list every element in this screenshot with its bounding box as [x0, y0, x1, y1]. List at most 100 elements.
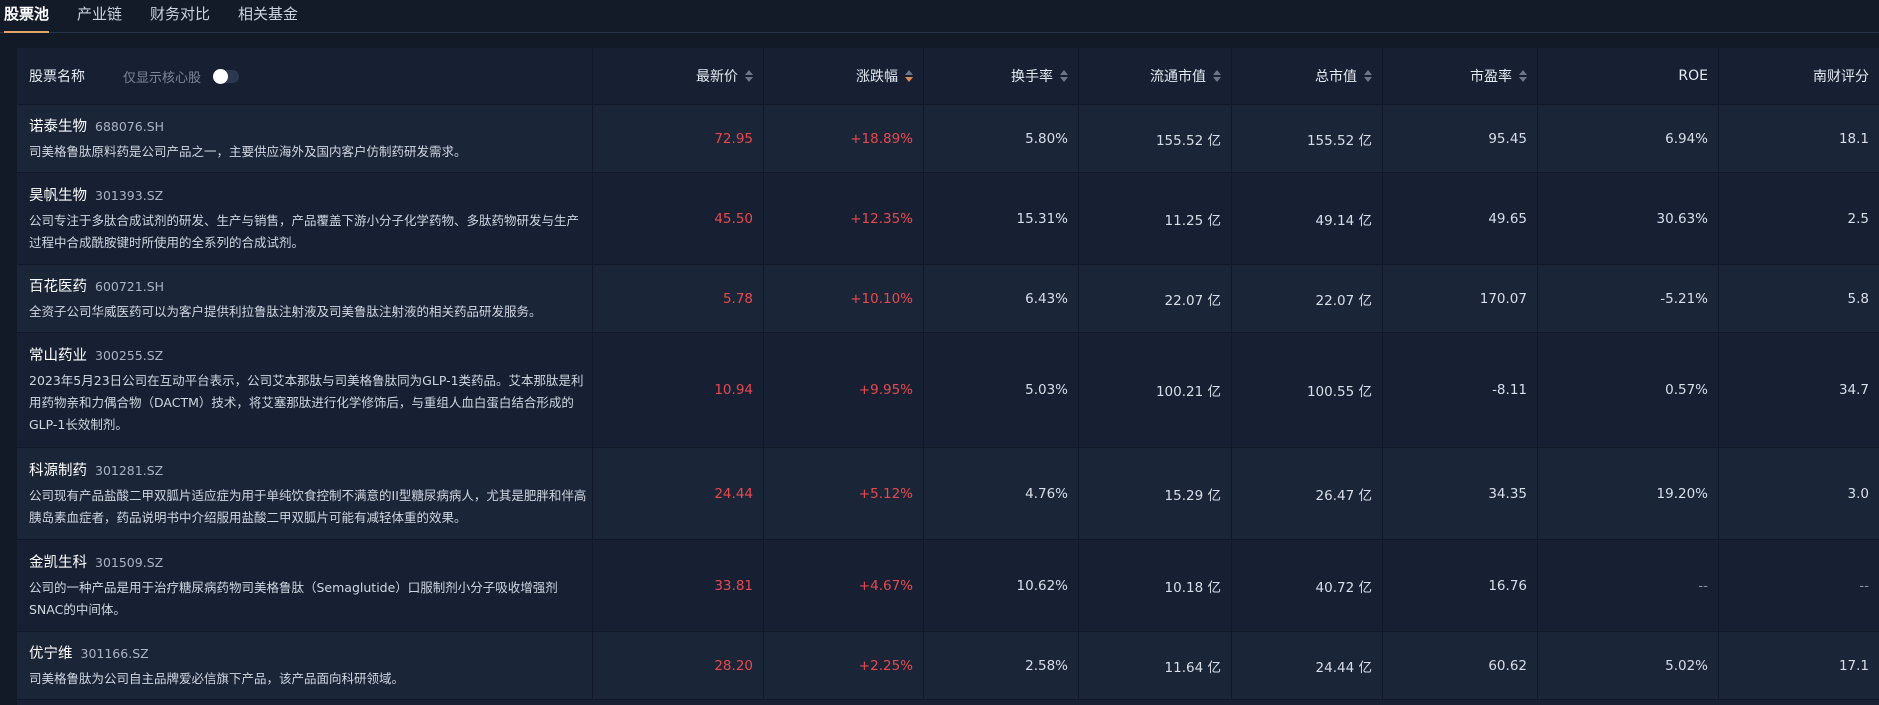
stock-name[interactable]: 优宁维 — [29, 642, 73, 663]
pe-cell: 49.65 — [1383, 173, 1538, 264]
price-cell: 24.44 — [593, 448, 764, 539]
stock-code: 301281.SZ — [95, 462, 164, 478]
float-cap-cell: 10.18 亿 — [1079, 540, 1232, 631]
price-cell: 45.50 — [593, 173, 764, 264]
table-row[interactable]: 优宁维 301166.SZ 司美格鲁肽为公司自主品牌爱必信旗下产品，该产品面向科研… — [17, 632, 1879, 700]
turnover-cell: 5.03% — [924, 333, 1079, 447]
change-cell: +4.67% — [764, 540, 924, 631]
table-row[interactable]: 常山药业 300255.SZ 2023年5月23日公司在互动平台表示，公司艾本那肽… — [17, 333, 1879, 448]
change-cell: +18.89% — [764, 105, 924, 172]
tab-financial-compare[interactable]: 财务对比 — [150, 3, 210, 32]
header-float-cap[interactable]: 流通市值 — [1079, 48, 1232, 104]
stock-info: 诺泰生物 688076.SH 司美格鲁肽原料药是公司产品之一，主要供应海外及国内客… — [17, 105, 593, 172]
score-cell: -- — [1859, 577, 1869, 594]
change-cell: +9.95% — [764, 333, 924, 447]
price-cell: 72.95 — [593, 105, 764, 172]
change-cell: +10.10% — [764, 265, 924, 332]
pe-cell: 95.45 — [1383, 105, 1538, 172]
stock-desc: 全资子公司华威医药可以为客户提供利拉鲁肽注射液及司美鲁肽注射液的相关药品研发服务… — [29, 303, 542, 319]
header-total-cap[interactable]: 总市值 — [1232, 48, 1383, 104]
header-score-label: 南财评分 — [1813, 69, 1869, 85]
table-row[interactable]: 诺泰生物 688076.SH 司美格鲁肽原料药是公司产品之一，主要供应海外及国内客… — [17, 105, 1879, 173]
total-cap-cell: 26.47 亿 — [1232, 448, 1383, 539]
header-pe-label: 市盈率 — [1470, 69, 1512, 85]
sort-desc-active-icon — [905, 70, 913, 82]
score-cell: 2.5 — [1847, 210, 1869, 227]
table-row[interactable]: 昊帆生物 301393.SZ 公司专注于多肽合成试剂的研发、生产与销售，产品覆盖下… — [17, 173, 1879, 265]
header-pe[interactable]: 市盈率 — [1383, 48, 1538, 104]
stock-name[interactable]: 昊帆生物 — [29, 184, 87, 205]
stock-code: 301393.SZ — [95, 187, 164, 203]
stock-desc: 公司专注于多肽合成试剂的研发、生产与销售，产品覆盖下游小分子化学药物、多肽药物研… — [29, 212, 580, 250]
stock-info: 优宁维 301166.SZ 司美格鲁肽为公司自主品牌爱必信旗下产品，该产品面向科研… — [17, 632, 593, 699]
turnover-cell: 15.31% — [924, 173, 1079, 264]
tab-related-funds[interactable]: 相关基金 — [238, 3, 298, 32]
change-cell: +2.25% — [764, 632, 924, 699]
table-row[interactable]: 金凯生科 301509.SZ 公司的一种产品是用于治疗糖尿病药物司美格鲁肽（Sem… — [17, 540, 1879, 632]
header-price-label: 最新价 — [696, 69, 738, 85]
toggle-knob — [213, 68, 229, 84]
stock-name[interactable]: 科源制药 — [29, 459, 87, 480]
header-roe: ROE — [1538, 48, 1719, 104]
price-cell: 28.20 — [593, 632, 764, 699]
score-cell: 18.1 — [1838, 130, 1869, 147]
roe-cell: 5.02% — [1538, 632, 1719, 699]
stock-name[interactable]: 诺泰生物 — [29, 115, 87, 136]
roe-cell: 30.63% — [1538, 173, 1719, 264]
float-cap-cell: 11.64 亿 — [1079, 632, 1232, 699]
float-cap-cell: 11.25 亿 — [1079, 173, 1232, 264]
sort-icon — [745, 70, 753, 82]
stock-code: 600721.SH — [95, 278, 165, 294]
stock-info: 昊帆生物 301393.SZ 公司专注于多肽合成试剂的研发、生产与销售，产品覆盖下… — [17, 173, 593, 264]
price-cell: 5.78 — [593, 265, 764, 332]
total-cap-cell: 40.72 亿 — [1232, 540, 1383, 631]
table-row[interactable]: 科源制药 301281.SZ 公司现有产品盐酸二甲双胍片适应症为用于单纯饮食控制不… — [17, 448, 1879, 540]
price-cell: 33.81 — [593, 540, 764, 631]
stock-name[interactable]: 百花医药 — [29, 275, 87, 296]
stock-desc: 公司现有产品盐酸二甲双胍片适应症为用于单纯饮食控制不满意的II型糖尿病病人，尤其… — [29, 487, 587, 525]
price-cell: 10.94 — [593, 333, 764, 447]
stock-info: 科源制药 301281.SZ 公司现有产品盐酸二甲双胍片适应症为用于单纯饮食控制不… — [17, 448, 593, 539]
roe-cell: 0.57% — [1538, 333, 1719, 447]
score-cell: 17.1 — [1838, 657, 1869, 674]
total-cap-cell: 49.14 亿 — [1232, 173, 1383, 264]
total-cap-cell: 100.55 亿 — [1232, 333, 1383, 447]
stock-table: 股票名称 仅显示核心股 最新价 涨跌幅 换手率 流通市值 总市值 市盈率 ROE… — [17, 48, 1879, 705]
stock-name[interactable]: 常山药业 — [29, 344, 87, 365]
turnover-cell: 4.76% — [924, 448, 1079, 539]
stock-code: 301509.SZ — [95, 554, 164, 570]
total-cap-cell: 155.52 亿 — [1232, 105, 1383, 172]
tab-stock-pool[interactable]: 股票池 — [4, 3, 50, 33]
header-float-cap-label: 流通市值 — [1150, 69, 1206, 85]
header-stock-name: 股票名称 — [29, 69, 85, 85]
total-cap-cell: 22.07 亿 — [1232, 265, 1383, 332]
roe-cell: -- — [1538, 540, 1719, 631]
stock-info: 金凯生科 301509.SZ 公司的一种产品是用于治疗糖尿病药物司美格鲁肽（Sem… — [17, 540, 593, 631]
score-cell: 3.0 — [1847, 485, 1869, 502]
stock-desc: 司美格鲁肽为公司自主品牌爱必信旗下产品，该产品面向科研领域。 — [29, 670, 405, 686]
header-price[interactable]: 最新价 — [593, 48, 764, 104]
header-change-label: 涨跌幅 — [856, 69, 898, 85]
table-row[interactable]: 百花医药 600721.SH 全资子公司华威医药可以为客户提供利拉鲁肽注射液及司美… — [17, 265, 1879, 333]
header-score: 南财评分 — [1719, 48, 1879, 104]
stock-name[interactable]: 金凯生科 — [29, 551, 87, 572]
stock-info: 百花医药 600721.SH 全资子公司华威医药可以为客户提供利拉鲁肽注射液及司美… — [17, 265, 593, 332]
pe-cell: 170.07 — [1383, 265, 1538, 332]
pe-cell: 34.35 — [1383, 448, 1538, 539]
sort-icon — [1519, 70, 1527, 82]
stock-code: 300255.SZ — [95, 348, 164, 363]
float-cap-cell: 15.29 亿 — [1079, 448, 1232, 539]
pe-cell: 16.76 — [1383, 540, 1538, 631]
sort-icon — [1364, 70, 1372, 82]
tab-industry-chain[interactable]: 产业链 — [77, 3, 122, 32]
core-only-label: 仅显示核心股 — [123, 70, 202, 86]
pe-cell: 60.62 — [1383, 632, 1538, 699]
header-change[interactable]: 涨跌幅 — [764, 48, 924, 104]
header-name-cell: 股票名称 仅显示核心股 — [17, 48, 593, 104]
float-cap-cell: 155.52 亿 — [1079, 105, 1232, 172]
sort-icon — [1213, 70, 1221, 82]
tab-bar: 股票池 产业链 财务对比 相关基金 — [0, 0, 1879, 33]
core-only-toggle[interactable] — [213, 68, 240, 84]
float-cap-cell: 100.21 亿 — [1079, 333, 1232, 447]
header-turnover[interactable]: 换手率 — [924, 48, 1079, 104]
